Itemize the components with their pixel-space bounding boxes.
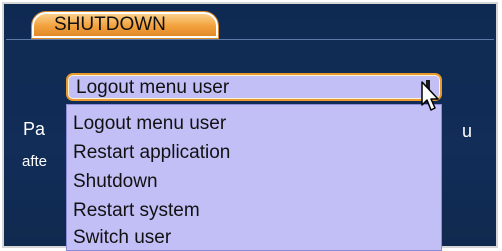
mouse-pointer-icon	[421, 81, 439, 111]
shutdown-mode-dropdown-list: Logout menu user Restart application Shu…	[66, 104, 442, 251]
dropdown-option-restart-application[interactable]: Restart application	[73, 141, 230, 165]
select-current-value: Logout menu user	[76, 77, 230, 98]
obscured-label-left-2: afte	[22, 153, 48, 170]
dropdown-option-shutdown[interactable]: Shutdown	[73, 170, 158, 194]
obscured-label-left: Pa	[23, 119, 46, 139]
shutdown-mode-select[interactable]: Logout menu user	[66, 73, 442, 101]
dropdown-option-logout-menu-user[interactable]: Logout menu user	[73, 112, 226, 136]
obscured-label-right: u	[462, 121, 473, 141]
dropdown-option-restart-system[interactable]: Restart system	[73, 199, 200, 223]
title-divider	[6, 39, 494, 40]
dialog-title-tab: SHUTDOWN	[32, 12, 218, 38]
dialog-title: SHUTDOWN	[54, 14, 166, 35]
dropdown-option-switch-user[interactable]: Switch user	[73, 226, 171, 250]
